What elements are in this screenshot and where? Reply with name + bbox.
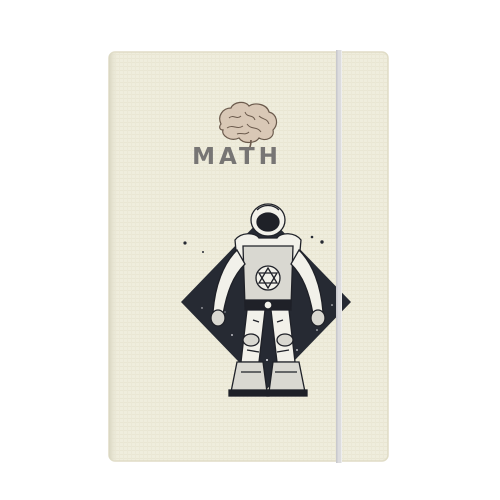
product-photo: MATH [0, 0, 500, 500]
notebook-cover [108, 51, 389, 462]
elastic-band [336, 50, 342, 463]
notebook-title: MATH [192, 144, 282, 170]
notebook: MATH [107, 50, 390, 463]
spine-shadow [109, 52, 119, 461]
